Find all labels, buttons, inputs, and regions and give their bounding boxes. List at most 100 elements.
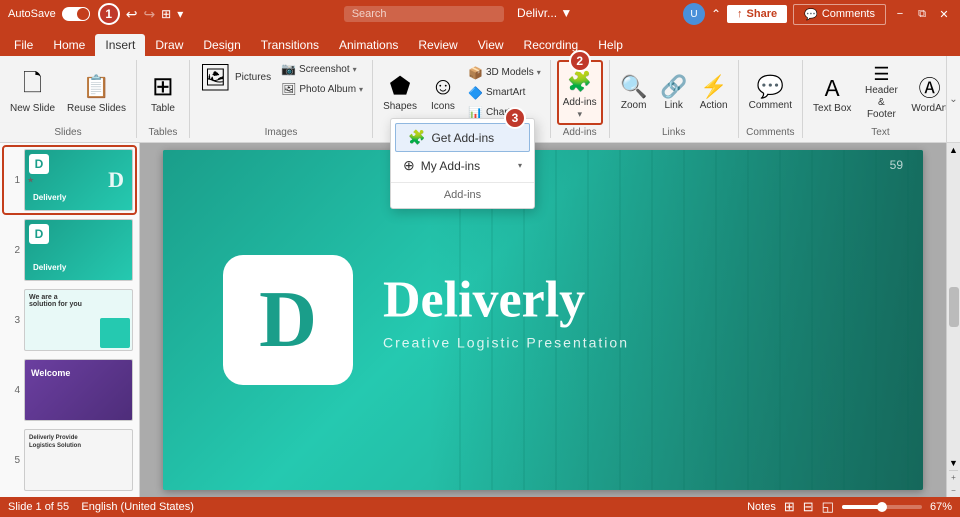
scroll-up-btn[interactable]: ▲	[947, 143, 960, 157]
slide-number-3: 3	[6, 315, 20, 326]
shapes-label: Shapes	[383, 101, 417, 113]
ribbon-group-slides: 🗋 New Slide 📋 Reuse Slides Slides	[0, 60, 137, 138]
smartart-btn[interactable]: 🔷 SmartArt	[465, 84, 544, 102]
more-btn[interactable]: ▾	[177, 7, 183, 21]
title-bar-center: Delivr... ▼	[233, 6, 683, 22]
ribbon-group-links: 🔍 Zoom 🔗 Link ⚡ Action Links	[610, 60, 739, 138]
new-slide-icon: 🗋	[17, 71, 49, 103]
restore-btn[interactable]: ⧉	[914, 6, 930, 22]
slide-thumb-5: Deliverly ProvideLogistics Solution	[24, 429, 133, 491]
scroll-extra-btn1[interactable]: +	[949, 470, 958, 484]
screenshot-btn[interactable]: 📷 Screenshot ▾	[278, 60, 366, 78]
share-button[interactable]: ↑ Share	[727, 5, 787, 23]
presenter-view-btn[interactable]: ◱	[822, 499, 834, 515]
scroll-thumb[interactable]	[949, 287, 959, 327]
minimize-btn[interactable]: −	[892, 6, 908, 22]
header-footer-icon: ☰	[873, 64, 889, 85]
zoom-slider[interactable]	[842, 505, 922, 509]
comments-group-label: Comments	[746, 127, 794, 138]
tab-insert[interactable]: Insert	[95, 34, 145, 56]
redo-btn[interactable]: ↪	[143, 6, 155, 23]
3d-models-label: 📦 3D Models ▾	[468, 66, 541, 80]
icons-btn[interactable]: ☺ Icons	[425, 70, 461, 116]
tab-draw[interactable]: Draw	[145, 34, 193, 56]
tab-animations[interactable]: Animations	[329, 34, 408, 56]
search-input[interactable]	[344, 6, 504, 22]
slide-item-2[interactable]: 2 D Deliverly	[4, 217, 135, 283]
comments-button[interactable]: 💬 Comments	[793, 4, 886, 25]
notes-btn[interactable]: Notes	[747, 501, 776, 513]
my-addins-item[interactable]: ⊕ My Add-ins ▾	[391, 152, 534, 179]
slide-item-4[interactable]: 4 Welcome	[4, 357, 135, 423]
close-btn[interactable]: ✕	[936, 6, 952, 22]
grid-view-btn[interactable]: ⊟	[803, 499, 814, 515]
tab-design[interactable]: Design	[193, 34, 250, 56]
header-footer-btn[interactable]: ☰ Header & Footer	[859, 61, 903, 124]
ribbon-group-text: Ａ Text Box ☰ Header & Footer Ⓐ WordArt T…	[803, 60, 959, 138]
slide-panel[interactable]: 1 ★ D Deliverly D 2 D Deliverly 3 We are…	[0, 143, 140, 497]
slide-item-3[interactable]: 3 We are asolution for you	[4, 287, 135, 353]
autosave-label: AutoSave	[8, 8, 56, 20]
tab-view[interactable]: View	[468, 34, 514, 56]
customize-btn[interactable]: ⊞	[161, 7, 171, 21]
slide-content: D Deliverly Creative Logistic Presentati…	[140, 143, 946, 497]
comment-label: Comment	[749, 100, 792, 112]
scroll-down-btn[interactable]: ▼	[947, 456, 960, 470]
ribbon-tabs: File Home Insert Draw Design Transitions…	[0, 28, 960, 56]
autosave-toggle[interactable]	[62, 7, 90, 21]
slide-item-5[interactable]: 5 Deliverly ProvideLogistics Solution	[4, 427, 135, 493]
scroll-track[interactable]	[949, 157, 959, 456]
reuse-slides-btn[interactable]: 📋 Reuse Slides	[63, 68, 130, 118]
reuse-slides-icon: 📋	[80, 71, 112, 103]
ribbon-collapse-btn[interactable]: ⌃	[711, 7, 721, 21]
images-group-label: Images	[265, 127, 298, 138]
tab-review[interactable]: Review	[408, 34, 467, 56]
slide-number-5: 5	[6, 455, 20, 466]
table-btn[interactable]: ⊞ Table	[143, 68, 183, 118]
tab-transitions[interactable]: Transitions	[251, 34, 329, 56]
zoom-handle[interactable]	[877, 502, 887, 512]
slide-item-1[interactable]: 1 ★ D Deliverly D	[4, 147, 135, 213]
table-icon: ⊞	[147, 71, 179, 103]
addins-label: Add-ins	[563, 97, 597, 109]
tab-home[interactable]: Home	[43, 34, 95, 56]
link-btn[interactable]: 🔗 Link	[656, 71, 692, 115]
get-addins-label: Get Add-ins	[431, 131, 494, 145]
slide-view-btn[interactable]: ⊞	[784, 499, 795, 515]
status-right: Notes ⊞ ⊟ ◱ 67%	[747, 499, 952, 515]
action-btn[interactable]: ⚡ Action	[696, 71, 732, 115]
link-label: Link	[664, 100, 682, 112]
ribbon-scroll-btn[interactable]: ⌄	[946, 56, 960, 142]
photo-album-btn[interactable]: 🖼 Photo Album ▾	[278, 80, 366, 98]
ribbon-group-tables: ⊞ Table Tables	[137, 60, 190, 138]
tab-help[interactable]: Help	[588, 34, 633, 56]
textbox-btn[interactable]: Ａ Text Box	[809, 68, 855, 118]
avatar[interactable]: U	[683, 3, 705, 25]
smartart-icon: 🔷	[468, 86, 483, 100]
screenshot-icon: 📷	[281, 62, 296, 76]
file-title: Delivr... ▼	[517, 6, 572, 20]
my-addins-chevron: ▾	[518, 161, 522, 170]
thumb-text-2: Deliverly	[33, 263, 66, 272]
share-icon: ↑	[737, 8, 743, 20]
photo-album-chevron: ▾	[359, 85, 363, 94]
tab-file[interactable]: File	[4, 34, 43, 56]
scroll-extra-btn2[interactable]: −	[949, 484, 958, 497]
3d-models-btn[interactable]: 📦 3D Models ▾	[465, 64, 544, 82]
slide-star-1: ★	[27, 176, 34, 185]
pictures-btn[interactable]: 🖼 Pictures	[196, 60, 274, 95]
links-group-label: Links	[662, 127, 685, 138]
ribbon-scroll-icon: ⌄	[949, 94, 957, 105]
new-slide-btn[interactable]: 🗋 New Slide	[6, 68, 59, 118]
shapes-icon: ⬟	[390, 72, 411, 101]
main-scrollbar[interactable]: ▲ ▼ + −	[946, 143, 960, 497]
action-icon: ⚡	[700, 74, 727, 100]
title-bar: AutoSave 1 ↩ ↪ ⊞ ▾ Delivr... ▼ U ⌃ ↑ Sha…	[0, 0, 960, 28]
comment-btn[interactable]: 💬 Comment	[745, 71, 796, 115]
slide-thumb-2: D Deliverly	[24, 219, 133, 281]
slides-group-content: 🗋 New Slide 📋 Reuse Slides	[6, 60, 130, 125]
shapes-btn[interactable]: ⬟ Shapes	[379, 69, 421, 116]
zoom-btn[interactable]: 🔍 Zoom	[616, 71, 652, 115]
ribbon-group-images: 🖼 Pictures 📷 Screenshot ▾ 🖼 Photo Album …	[190, 60, 373, 138]
undo-btn[interactable]: ↩	[126, 6, 138, 23]
